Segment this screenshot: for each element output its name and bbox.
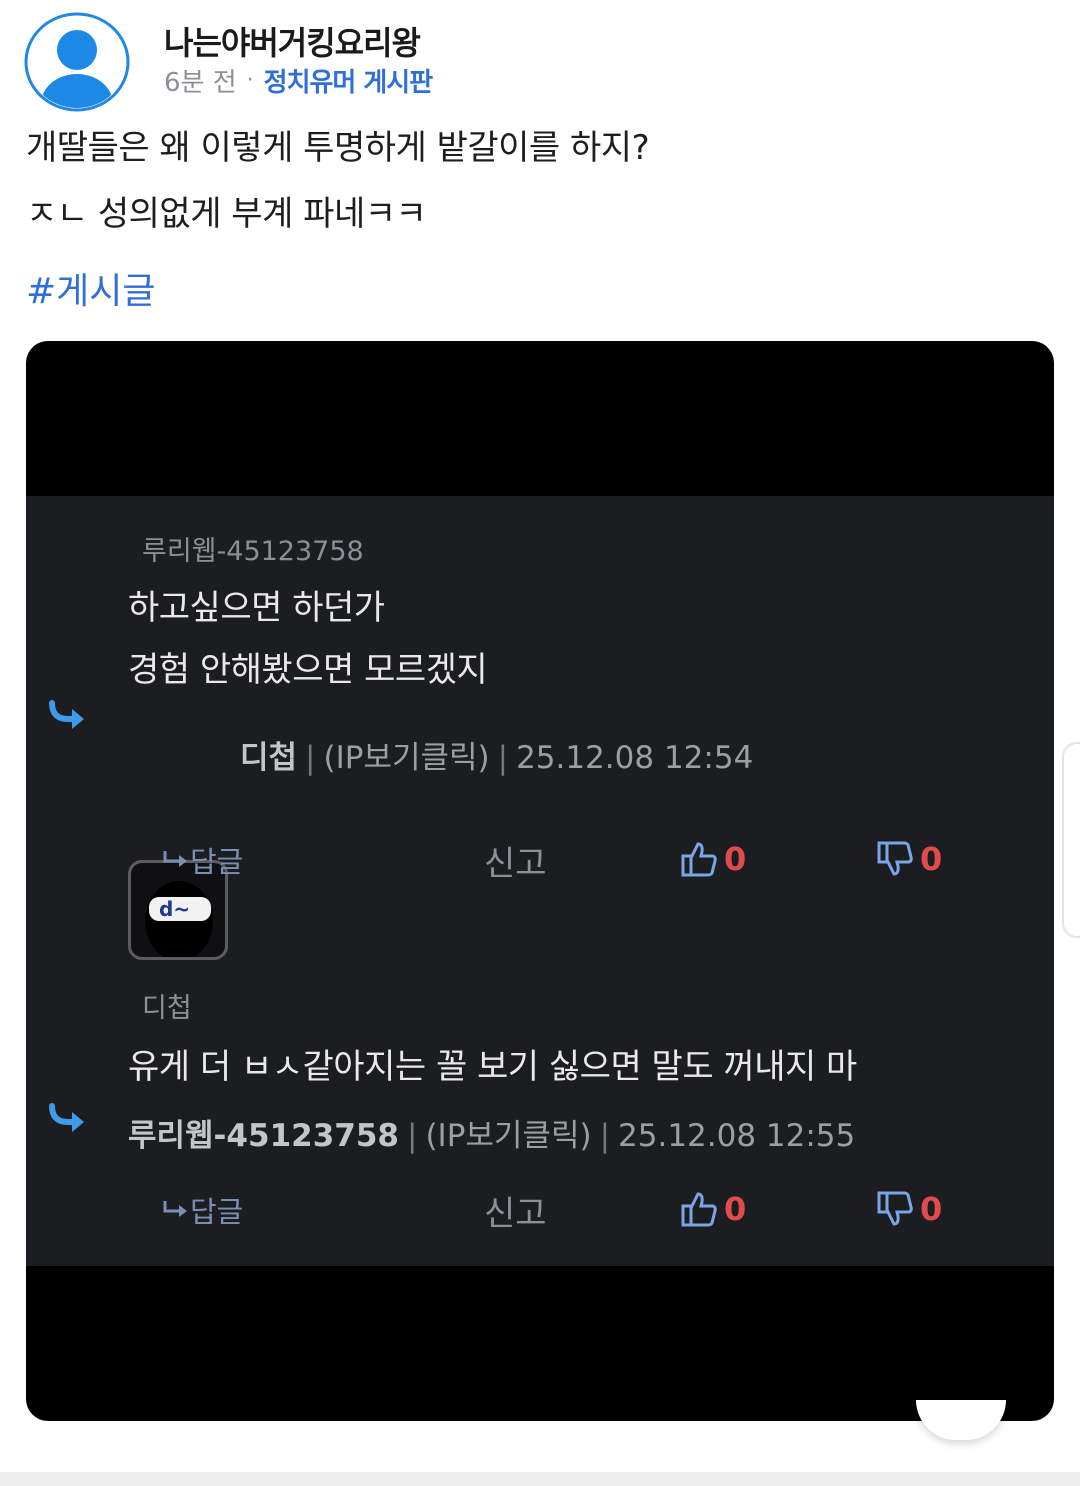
info-separator: | (407, 1118, 418, 1154)
post-body-line-2: ㅈㄴ 성의없게 부계 파네ㅋㅋ (26, 194, 427, 234)
downvote-button[interactable]: 0 (876, 840, 942, 878)
floating-button-edge[interactable] (916, 1400, 1006, 1440)
comment-info: 디첩 | (IP보기클릭) | 25.12.08 12:54 (240, 732, 753, 777)
upvote-count: 0 (724, 1190, 747, 1228)
post-meta: 6분 전 · 정치유머 게시판 (164, 62, 433, 99)
info-separator: | (305, 740, 316, 776)
board-link[interactable]: 정치유머 게시판 (264, 62, 433, 99)
hashtag-link[interactable]: #게시글 (26, 262, 156, 314)
info-nickname[interactable]: 루리웹-45123758 (128, 1110, 399, 1155)
reply-button[interactable]: 답글 (162, 1189, 243, 1231)
reply-arrow-icon (49, 1103, 84, 1132)
comment-author: 디첩 (142, 993, 192, 1024)
thumbs-up-icon (681, 842, 717, 877)
comment-info: 루리웹-45123758 | (IP보기클릭) | 25.12.08 12:55 (128, 1110, 855, 1155)
report-button[interactable]: 신고 (484, 1186, 547, 1235)
ip-link[interactable]: (IP보기클릭) (324, 732, 490, 777)
comment-timestamp: 25.12.08 12:54 (516, 740, 754, 776)
info-separator: | (599, 1118, 611, 1154)
reply-small-icon (163, 851, 187, 867)
author-name[interactable]: 나는야버거킹요리왕 (164, 18, 421, 64)
downvote-count: 0 (920, 840, 943, 878)
thumbs-down-icon (877, 1191, 913, 1226)
time-ago: 6분 전 (164, 68, 237, 98)
comment-text-line: 하고싶으면 하던가 (128, 588, 385, 628)
thumbs-up-icon (681, 1192, 717, 1227)
ip-link[interactable]: (IP보기클릭) (425, 1110, 591, 1155)
reply-button[interactable]: 답글 (162, 839, 243, 881)
upvote-button[interactable]: 0 (680, 840, 746, 878)
downvote-button[interactable]: 0 (876, 1190, 942, 1228)
meta-separator: · (246, 68, 254, 93)
post-header: 나는야버거킹요리왕 6분 전 · 정치유머 게시판 (24, 12, 1056, 112)
info-separator: | (497, 740, 509, 776)
reply-small-icon (163, 1201, 187, 1217)
comment-text-line: 경험 안해봤으면 모르겠지 (128, 650, 488, 690)
report-button[interactable]: 신고 (484, 836, 547, 885)
avatar[interactable] (24, 12, 130, 112)
comment-text-line: 유게 더 ㅂㅅ같아지는 꼴 보기 싫으면 말도 꺼내지 마 (128, 1047, 857, 1087)
upvote-count: 0 (724, 840, 747, 878)
upvote-button[interactable]: 0 (680, 1190, 746, 1228)
attached-image[interactable]: 루리웹-45123758 하고싶으면 하던가 경험 안해봤으면 모르겠지 d~ … (26, 341, 1054, 1421)
downvote-count: 0 (920, 1190, 943, 1228)
comment-timestamp: 25.12.08 12:55 (618, 1118, 856, 1154)
comment-screenshot: 루리웹-45123758 하고싶으면 하던가 경험 안해봤으면 모르겠지 d~ … (26, 496, 1054, 1266)
reply-label: 답글 (190, 845, 244, 879)
bottom-divider (0, 1472, 1080, 1486)
reply-arrow-icon (49, 700, 84, 729)
post-body-line-1: 개딸들은 왜 이렇게 투명하게 밭갈이를 하지? (26, 128, 650, 168)
reply-label: 답글 (190, 1195, 244, 1229)
svg-text:d~: d~ (159, 897, 190, 921)
info-nickname[interactable]: 디첩 (240, 732, 297, 777)
thumbs-down-icon (877, 841, 913, 876)
comment-author: 루리웹-45123758 (142, 536, 364, 567)
side-scroll-handle[interactable] (1062, 742, 1080, 938)
